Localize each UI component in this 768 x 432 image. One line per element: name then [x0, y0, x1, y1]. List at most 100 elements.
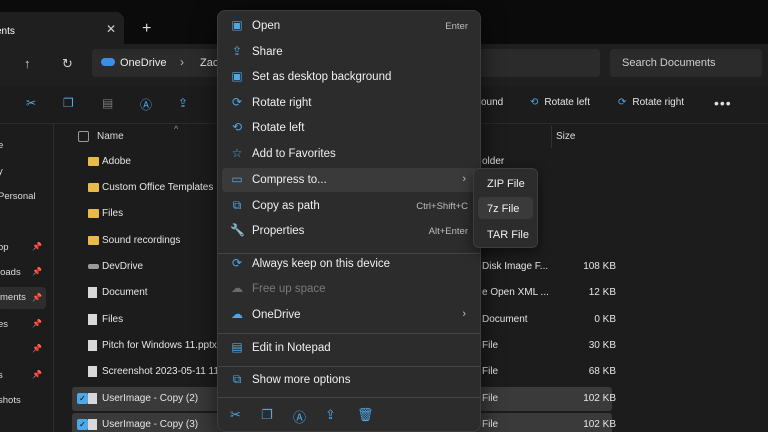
- onedrive-icon: ☁: [231, 307, 243, 321]
- star-icon: ☆: [231, 146, 243, 160]
- menu-separator: [218, 333, 480, 334]
- up-arrow-icon[interactable]: ↑: [24, 56, 31, 71]
- file-type: older: [482, 156, 505, 167]
- submenu-item-zip[interactable]: ZIP File: [478, 172, 533, 194]
- file-name: Screenshot 2023-05-11 111: [102, 366, 224, 377]
- menu-separator: [218, 253, 480, 254]
- close-tab-icon[interactable]: ✕: [106, 22, 116, 36]
- sidebar-item-desktop[interactable]: op: [0, 242, 9, 253]
- cut-icon[interactable]: ✂: [230, 407, 241, 423]
- select-all-checkbox[interactable]: [78, 131, 89, 142]
- menu-item-star[interactable]: ☆ Add to Favorites: [222, 142, 478, 166]
- menu-item-desktop-background[interactable]: ▣ Set as desktop background: [222, 65, 478, 89]
- menu-item-label: Open: [252, 20, 281, 32]
- menu-item-wrench[interactable]: 🔧 Properties Alt+Enter: [222, 219, 478, 243]
- menu-item-notepad[interactable]: ▤ Edit in Notepad: [222, 336, 478, 360]
- file-size: 30 KB: [588, 340, 616, 351]
- column-divider[interactable]: [551, 126, 552, 148]
- new-tab-icon[interactable]: +: [142, 20, 151, 38]
- sidebar-item-onedrive-personal[interactable]: Personal: [0, 191, 36, 202]
- submenu-item-7z[interactable]: 7z File: [478, 197, 533, 219]
- notepad-icon: ▤: [231, 340, 243, 354]
- sidebar-item[interactable]: e: [0, 140, 3, 151]
- cut-icon[interactable]: ✂: [26, 96, 36, 110]
- folder-icon: [88, 183, 99, 192]
- rotate-right-icon: ⟳: [231, 95, 243, 109]
- refresh-icon[interactable]: ↻: [62, 56, 73, 72]
- file-name: Adobe: [102, 156, 131, 167]
- checkbox-checked-icon[interactable]: ✓: [77, 393, 88, 404]
- copy-icon[interactable]: ❐: [261, 407, 273, 423]
- share-icon[interactable]: ⇪: [325, 407, 336, 423]
- file-size: 102 KB: [583, 393, 616, 404]
- file-size: 102 KB: [583, 419, 616, 430]
- pin-icon: 📌: [32, 242, 42, 251]
- copy-path-icon: ⧉: [232, 198, 242, 212]
- search-input[interactable]: Search Documents: [610, 49, 762, 77]
- checkbox-checked-icon[interactable]: ✓: [77, 419, 88, 430]
- menu-item-compress[interactable]: ▭ Compress to... ›: [222, 168, 478, 192]
- menu-item-label: Properties: [252, 225, 305, 237]
- wrench-icon: 🔧: [230, 223, 245, 237]
- folder-icon: [88, 209, 99, 218]
- rotate-left-label: Rotate left: [544, 97, 590, 108]
- desktop-background-icon: ▣: [231, 69, 243, 83]
- sidebar-item[interactable]: y: [0, 166, 3, 177]
- menu-item-rotate-right[interactable]: ⟳ Rotate right: [222, 91, 478, 115]
- sidebar-item-videos[interactable]: s: [0, 370, 3, 381]
- delete-icon[interactable]: 🗑: [357, 407, 374, 423]
- pin-icon: 📌: [32, 344, 42, 353]
- rotate-left-button[interactable]: ⟲ Rotate left: [530, 97, 590, 108]
- file-name: DevDrive: [102, 261, 144, 272]
- doc-icon: [88, 393, 97, 404]
- chevron-right-icon: ›: [462, 173, 466, 185]
- column-header-size[interactable]: Size: [556, 131, 575, 142]
- sidebar-item-downloads[interactable]: loads: [0, 267, 21, 278]
- more-icon[interactable]: •••: [714, 95, 732, 111]
- menu-item-more-options[interactable]: ⧉ Show more options: [222, 368, 478, 392]
- menu-item-label: Show more options: [252, 374, 351, 386]
- menu-item-label: Share: [252, 46, 283, 58]
- compress-submenu: ZIP File 7z File TAR File: [473, 168, 538, 248]
- breadcrumb-user[interactable]: Zac: [200, 57, 218, 69]
- file-name: Files: [102, 314, 124, 325]
- submenu-item-label: 7z File: [487, 203, 520, 215]
- menu-item-open[interactable]: ▣ Open Enter: [222, 14, 478, 38]
- share-icon[interactable]: ⇪: [178, 96, 188, 110]
- menu-item-label: Copy as path: [252, 200, 320, 212]
- rotate-right-button[interactable]: ⟳ Rotate right: [618, 97, 684, 108]
- file-size: 0 KB: [594, 314, 616, 325]
- file-name: Custom Office Templates: [102, 182, 214, 193]
- rotate-right-label: Rotate right: [632, 97, 685, 108]
- breadcrumb-onedrive[interactable]: OneDrive: [120, 57, 166, 69]
- menu-item-cloud: ☁ Free up space: [222, 277, 478, 301]
- menu-item-label: Free up space: [252, 283, 326, 295]
- menu-item-copy-path[interactable]: ⧉ Copy as path Ctrl+Shift+C: [222, 194, 478, 218]
- sidebar-item-pictures[interactable]: es: [0, 319, 8, 330]
- rename-icon[interactable]: Ⓐ: [140, 96, 152, 113]
- menu-item-label: Compress to...: [252, 174, 327, 186]
- file-size: 68 KB: [588, 366, 616, 377]
- file-type: e Open XML ...: [482, 287, 549, 298]
- open-icon: ▣: [231, 18, 243, 32]
- submenu-item-tar[interactable]: TAR File: [478, 223, 533, 245]
- more-options-icon: ⧉: [232, 372, 242, 386]
- paste-icon[interactable]: ▤: [102, 96, 113, 110]
- menu-item-rotate-left[interactable]: ⟲ Rotate left: [222, 116, 478, 140]
- menu-item-label: Add to Favorites: [252, 148, 336, 160]
- onedrive-icon: [101, 58, 115, 66]
- tab-documents[interactable]: ents ✕: [0, 12, 124, 44]
- rename-icon[interactable]: Ⓐ: [293, 407, 306, 426]
- pin-icon: 📌: [32, 319, 42, 328]
- pin-icon: 📌: [32, 293, 42, 302]
- file-name: Files: [102, 208, 124, 219]
- menu-item-label: Rotate right: [252, 97, 312, 109]
- sidebar-item-screenshots[interactable]: shots: [0, 395, 21, 406]
- menu-item-share[interactable]: ⇪ Share: [222, 40, 478, 64]
- copy-icon[interactable]: ❐: [63, 96, 74, 110]
- menu-item-label: Set as desktop background: [252, 71, 392, 83]
- column-header-name[interactable]: Name: [97, 131, 124, 142]
- menu-item-keep-device[interactable]: ⟳ Always keep on this device: [222, 252, 478, 276]
- menu-item-onedrive[interactable]: ☁ OneDrive ›: [222, 303, 478, 327]
- rotate-button-partial[interactable]: ound: [481, 97, 503, 108]
